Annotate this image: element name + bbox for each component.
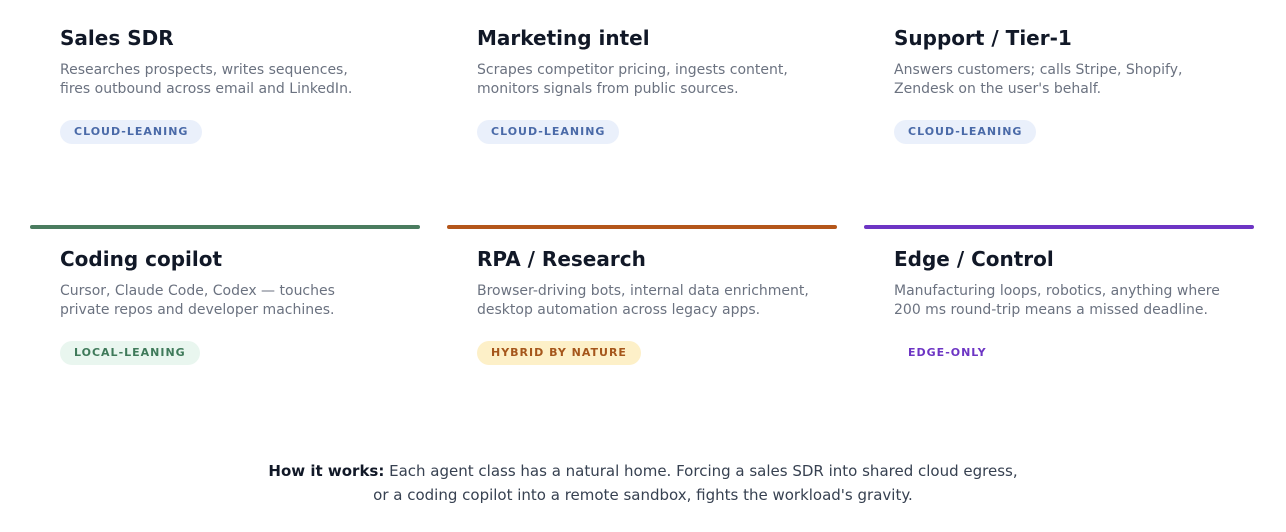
card-description: Manufacturing loops, robotics, anything … [894, 282, 1239, 320]
card-description: Browser-driving bots, internal data enri… [477, 282, 822, 320]
card-title: Coding copilot [60, 247, 223, 271]
card-description-line: desktop automation across legacy apps. [477, 302, 761, 318]
card-description-line: Scrapes competitor pricing, ingests cont… [477, 62, 788, 78]
badge-cloud-leaning: CLOUD-LEANING [894, 120, 1037, 144]
card-description-line: monitors signals from public sources. [477, 81, 739, 97]
card-description: Cursor, Claude Code, Codex — touches pri… [60, 282, 405, 320]
badge-edge-only: EDGE-ONLY [908, 346, 987, 359]
badge-cloud-leaning: CLOUD-LEANING [477, 120, 620, 144]
card-description-line: Answers customers; calls Stripe, Shopify… [894, 62, 1183, 78]
card-description-line: Manufacturing loops, robotics, anything … [894, 283, 1220, 299]
accent-bar [30, 225, 420, 229]
card-title: RPA / Research [477, 247, 646, 271]
how-it-works-text: Each agent class has a natural home. For… [384, 462, 1018, 480]
card-description: Answers customers; calls Stripe, Shopify… [894, 61, 1239, 99]
card-description: Researches prospects, writes sequences, … [60, 61, 405, 99]
card-description-line: Browser-driving bots, internal data enri… [477, 283, 809, 299]
card-title: Support / Tier-1 [894, 26, 1072, 50]
card-description-line: Researches prospects, writes sequences, [60, 62, 348, 78]
card-description-line: Zendesk on the user's behalf. [894, 81, 1102, 97]
badge-hybrid-by-nature: HYBRID BY NATURE [477, 341, 641, 365]
accent-bar [447, 225, 837, 229]
badge-local-leaning: LOCAL-LEANING [60, 341, 200, 365]
how-it-works-line-2: or a coding copilot into a remote sandbo… [373, 486, 913, 504]
how-it-works-label: How it works: [268, 462, 385, 480]
card-description-line: Cursor, Claude Code, Codex — touches [60, 283, 335, 299]
card-title: Sales SDR [60, 26, 174, 50]
card-description: Scrapes competitor pricing, ingests cont… [477, 61, 822, 99]
card-description-line: private repos and developer machines. [60, 302, 335, 318]
card-description-line: fires outbound across email and LinkedIn… [60, 81, 353, 97]
badge-cloud-leaning: CLOUD-LEANING [60, 120, 203, 144]
card-title: Edge / Control [894, 247, 1054, 271]
card-title: Marketing intel [477, 26, 650, 50]
accent-bar [864, 225, 1254, 229]
how-it-works-line-1: How it works: Each agent class has a nat… [0, 459, 1286, 483]
card-description-line: 200 ms round-trip means a missed deadlin… [894, 302, 1208, 318]
how-it-works-note: How it works: Each agent class has a nat… [0, 459, 1286, 507]
agent-class-grid: Sales SDR Researches prospects, writes s… [0, 0, 1286, 532]
